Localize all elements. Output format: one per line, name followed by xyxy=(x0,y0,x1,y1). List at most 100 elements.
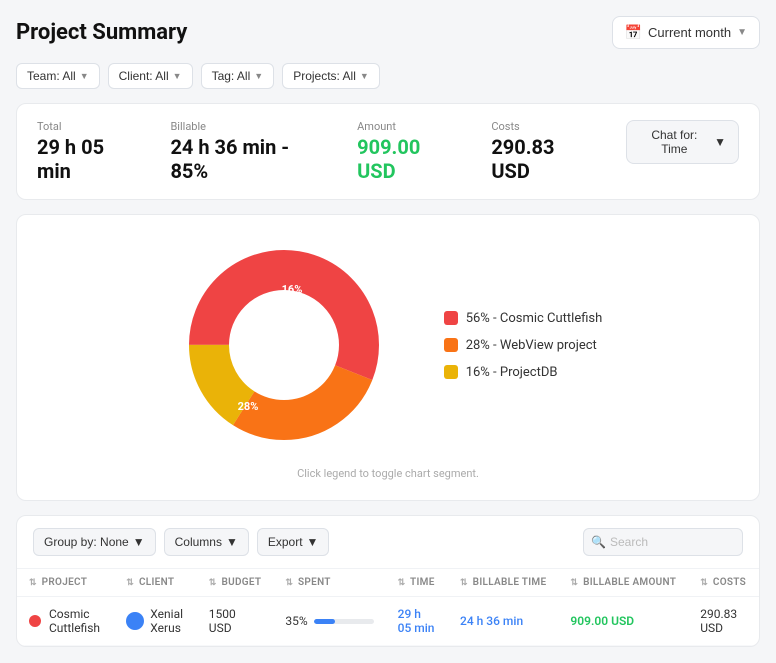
client-name: Xenial Xerus xyxy=(150,607,185,635)
page-title: Project Summary xyxy=(16,20,187,45)
tag-filter-button[interactable]: Tag: All ▼ xyxy=(201,63,275,89)
cell-billable-time: 24 h 36 min xyxy=(448,597,558,646)
billable-amount-value: 909.00 USD xyxy=(570,614,634,628)
projects-filter-label: Projects: All xyxy=(293,69,356,83)
table-header-row: ⇅ PROJECT ⇅ CLIENT ⇅ BUDGET ⇅ SPENT xyxy=(17,569,759,597)
cell-billable-amount: 909.00 USD xyxy=(558,597,688,646)
col-billable-time[interactable]: ⇅ BILLABLE TIME xyxy=(448,569,558,597)
total-stat: Total 29 h 05 min xyxy=(37,120,138,183)
team-filter-button[interactable]: Team: All ▼ xyxy=(16,63,100,89)
chevron-down-icon: ▼ xyxy=(254,71,263,81)
search-input[interactable] xyxy=(583,528,743,556)
table-toolbar: Group by: None ▼ Columns ▼ Export ▼ 🔍 xyxy=(17,516,759,569)
calendar-icon: 📅 xyxy=(625,24,642,41)
costs-value: 290.83 USD xyxy=(491,135,593,183)
col-time[interactable]: ⇅ TIME xyxy=(386,569,448,597)
export-button[interactable]: Export ▼ xyxy=(257,528,330,556)
svg-text:16%: 16% xyxy=(281,283,302,296)
client-filter-label: Client: All xyxy=(119,69,169,83)
col-budget[interactable]: ⇅ BUDGET xyxy=(197,569,274,597)
amount-label: Amount xyxy=(357,120,459,133)
billable-time-value[interactable]: 24 h 36 min xyxy=(460,614,523,628)
svg-text:28%: 28% xyxy=(237,400,258,413)
sort-icon: ⇅ xyxy=(285,578,293,588)
chevron-down-icon: ▼ xyxy=(360,71,369,81)
data-table: ⇅ PROJECT ⇅ CLIENT ⇅ BUDGET ⇅ SPENT xyxy=(17,569,759,646)
costs-label: Costs xyxy=(491,120,593,133)
tag-filter-label: Tag: All xyxy=(212,69,251,83)
sort-icon: ⇅ xyxy=(126,578,134,588)
legend-dot-projectdb xyxy=(444,365,458,379)
chevron-down-icon: ▼ xyxy=(226,535,238,549)
table-card: Group by: None ▼ Columns ▼ Export ▼ 🔍 ⇅ xyxy=(16,515,760,647)
sort-icon: ⇅ xyxy=(398,578,406,588)
cell-spent: 35% xyxy=(273,597,385,646)
amount-stat: Amount 909.00 USD xyxy=(357,120,459,183)
donut-chart: 56% 28% 16% xyxy=(174,235,394,455)
team-filter-label: Team: All xyxy=(27,69,76,83)
columns-label: Columns xyxy=(175,535,222,549)
sort-icon: ⇅ xyxy=(700,578,708,588)
legend-item-projectdb[interactable]: 16% - ProjectDB xyxy=(444,365,603,380)
table-row: Cosmic Cuttlefish Xenial Xerus 1500 USD … xyxy=(17,597,759,646)
legend-item-cosmic[interactable]: 56% - Cosmic Cuttlefish xyxy=(444,311,603,326)
chevron-down-icon: ▼ xyxy=(133,535,145,549)
col-client[interactable]: ⇅ CLIENT xyxy=(114,569,197,597)
chart-card: 56% 28% 16% 56% - Cosmic Cuttlefish 28% … xyxy=(16,214,760,501)
amount-value: 909.00 USD xyxy=(357,135,459,183)
legend-label-projectdb: 16% - ProjectDB xyxy=(466,365,558,380)
legend-label-cosmic: 56% - Cosmic Cuttlefish xyxy=(466,311,603,326)
total-value: 29 h 05 min xyxy=(37,135,138,183)
chart-legend: 56% - Cosmic Cuttlefish 28% - WebView pr… xyxy=(444,311,603,380)
date-filter-button[interactable]: 📅 Current month ▼ xyxy=(612,16,760,49)
chevron-down-icon: ▼ xyxy=(307,535,319,549)
sort-icon: ⇅ xyxy=(570,578,578,588)
budget-bar-fill xyxy=(314,619,335,624)
spent-percent: 35% xyxy=(285,614,307,628)
project-color-dot xyxy=(29,615,41,627)
search-icon: 🔍 xyxy=(591,535,606,549)
cell-budget: 1500 USD xyxy=(197,597,274,646)
time-value[interactable]: 29 h 05 min xyxy=(398,607,435,635)
chevron-down-icon: ▼ xyxy=(737,27,747,38)
col-project[interactable]: ⇅ PROJECT xyxy=(17,569,114,597)
col-spent[interactable]: ⇅ SPENT xyxy=(273,569,385,597)
chevron-down-icon: ▼ xyxy=(80,71,89,81)
chevron-down-icon: ▼ xyxy=(173,71,182,81)
legend-item-webview[interactable]: 28% - WebView project xyxy=(444,338,603,353)
export-label: Export xyxy=(268,535,303,549)
col-billable-amount[interactable]: ⇅ BILLABLE AMOUNT xyxy=(558,569,688,597)
chevron-down-icon: ▼ xyxy=(714,135,726,149)
budget-bar-bg xyxy=(314,619,374,624)
legend-label-webview: 28% - WebView project xyxy=(466,338,597,353)
billable-label: Billable xyxy=(170,120,325,133)
cell-time: 29 h 05 min xyxy=(386,597,448,646)
col-costs[interactable]: ⇅ COSTS xyxy=(688,569,759,597)
legend-dot-cosmic xyxy=(444,311,458,325)
chart-caption: Click legend to toggle chart segment. xyxy=(37,467,739,480)
group-by-button[interactable]: Group by: None ▼ xyxy=(33,528,156,556)
cell-client: Xenial Xerus xyxy=(114,597,197,646)
cell-costs: 290.83 USD xyxy=(688,597,759,646)
sort-icon: ⇅ xyxy=(460,578,468,588)
group-by-label: Group by: None xyxy=(44,535,129,549)
billable-stat: Billable 24 h 36 min - 85% xyxy=(170,120,325,183)
sort-icon: ⇅ xyxy=(29,578,37,588)
legend-dot-webview xyxy=(444,338,458,352)
filter-bar: Team: All ▼ Client: All ▼ Tag: All ▼ Pro… xyxy=(16,63,760,89)
projects-filter-button[interactable]: Projects: All ▼ xyxy=(282,63,380,89)
billable-value: 24 h 36 min - 85% xyxy=(170,135,325,183)
project-name: Cosmic Cuttlefish xyxy=(49,607,102,635)
client-filter-button[interactable]: Client: All ▼ xyxy=(108,63,193,89)
date-filter-label: Current month xyxy=(648,25,731,40)
chat-for-button[interactable]: Chat for: Time ▼ xyxy=(626,120,739,164)
costs-stat: Costs 290.83 USD xyxy=(491,120,593,183)
summary-card: Total 29 h 05 min Billable 24 h 36 min -… xyxy=(16,103,760,200)
search-wrapper: 🔍 xyxy=(583,528,743,556)
total-label: Total xyxy=(37,120,138,133)
svg-text:56%: 56% xyxy=(311,341,332,354)
columns-button[interactable]: Columns ▼ xyxy=(164,528,249,556)
chat-for-label: Chat for: Time xyxy=(639,128,711,156)
cell-project: Cosmic Cuttlefish xyxy=(17,597,114,646)
client-avatar xyxy=(126,612,144,630)
